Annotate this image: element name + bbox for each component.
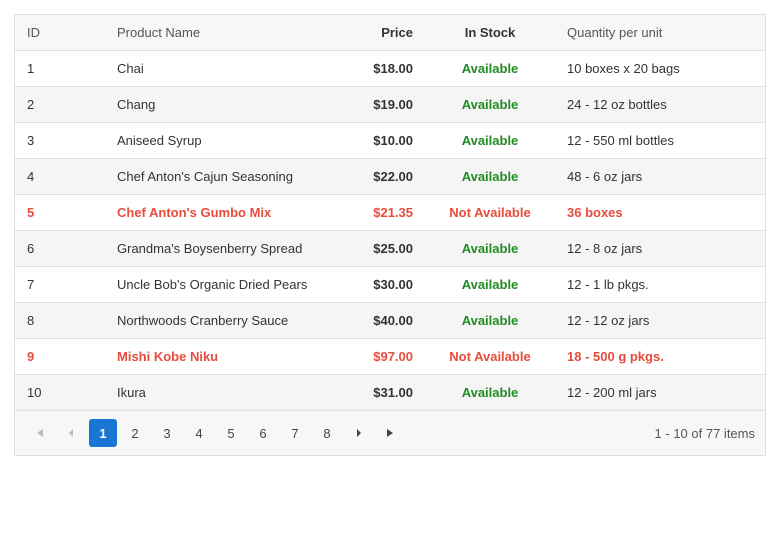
- pager-first-button[interactable]: [25, 419, 53, 447]
- cell-id: 10: [15, 375, 105, 411]
- cell-name: Ikura: [105, 375, 335, 411]
- cell-name: Grandma's Boysenberry Spread: [105, 231, 335, 267]
- column-header-qty[interactable]: Quantity per unit: [555, 15, 765, 51]
- cell-id: 6: [15, 231, 105, 267]
- pager: 12345678 1 - 10 of 77 items: [15, 411, 765, 455]
- cell-stock: Available: [425, 303, 555, 339]
- pager-page-button[interactable]: 2: [121, 419, 149, 447]
- table-row[interactable]: 6Grandma's Boysenberry Spread$25.00Avail…: [15, 231, 765, 267]
- cell-id: 2: [15, 87, 105, 123]
- cell-name: Chef Anton's Cajun Seasoning: [105, 159, 335, 195]
- pager-last-button[interactable]: [377, 419, 405, 447]
- cell-stock: Available: [425, 159, 555, 195]
- cell-qty: 10 boxes x 20 bags: [555, 51, 765, 87]
- cell-price: $18.00: [335, 51, 425, 87]
- cell-price: $21.35: [335, 195, 425, 231]
- pager-page-button[interactable]: 3: [153, 419, 181, 447]
- cell-price: $31.00: [335, 375, 425, 411]
- cell-name: Chai: [105, 51, 335, 87]
- cell-stock: Not Available: [425, 195, 555, 231]
- cell-price: $22.00: [335, 159, 425, 195]
- cell-stock: Available: [425, 231, 555, 267]
- table-row[interactable]: 8Northwoods Cranberry Sauce$40.00Availab…: [15, 303, 765, 339]
- cell-id: 7: [15, 267, 105, 303]
- cell-id: 9: [15, 339, 105, 375]
- cell-stock: Available: [425, 375, 555, 411]
- products-table: ID Product Name Price In Stock Quantity …: [15, 15, 765, 411]
- chevron-left-icon: [66, 428, 76, 438]
- cell-name: Aniseed Syrup: [105, 123, 335, 159]
- cell-name: Uncle Bob's Organic Dried Pears: [105, 267, 335, 303]
- cell-id: 3: [15, 123, 105, 159]
- table-row[interactable]: 5Chef Anton's Gumbo Mix$21.35Not Availab…: [15, 195, 765, 231]
- table-row[interactable]: 9Mishi Kobe Niku$97.00Not Available18 - …: [15, 339, 765, 375]
- seek-last-icon: [385, 427, 397, 439]
- cell-name: Chang: [105, 87, 335, 123]
- cell-price: $19.00: [335, 87, 425, 123]
- pager-page-button[interactable]: 1: [89, 419, 117, 447]
- cell-stock: Available: [425, 51, 555, 87]
- pager-page-button[interactable]: 7: [281, 419, 309, 447]
- cell-name: Chef Anton's Gumbo Mix: [105, 195, 335, 231]
- cell-price: $40.00: [335, 303, 425, 339]
- cell-qty: 12 - 12 oz jars: [555, 303, 765, 339]
- cell-qty: 12 - 8 oz jars: [555, 231, 765, 267]
- column-header-name[interactable]: Product Name: [105, 15, 335, 51]
- table-row[interactable]: 3Aniseed Syrup$10.00Available12 - 550 ml…: [15, 123, 765, 159]
- pager-page-button[interactable]: 8: [313, 419, 341, 447]
- cell-qty: 18 - 500 g pkgs.: [555, 339, 765, 375]
- cell-id: 4: [15, 159, 105, 195]
- cell-qty: 12 - 550 ml bottles: [555, 123, 765, 159]
- table-row[interactable]: 10Ikura$31.00Available12 - 200 ml jars: [15, 375, 765, 411]
- table-row[interactable]: 1Chai$18.00Available10 boxes x 20 bags: [15, 51, 765, 87]
- pager-page-button[interactable]: 6: [249, 419, 277, 447]
- cell-price: $30.00: [335, 267, 425, 303]
- cell-price: $25.00: [335, 231, 425, 267]
- cell-name: Mishi Kobe Niku: [105, 339, 335, 375]
- cell-qty: 48 - 6 oz jars: [555, 159, 765, 195]
- pager-prev-button[interactable]: [57, 419, 85, 447]
- cell-stock: Available: [425, 123, 555, 159]
- cell-qty: 12 - 200 ml jars: [555, 375, 765, 411]
- cell-price: $97.00: [335, 339, 425, 375]
- chevron-right-icon: [354, 428, 364, 438]
- pager-info: 1 - 10 of 77 items: [655, 426, 755, 441]
- table-header-row: ID Product Name Price In Stock Quantity …: [15, 15, 765, 51]
- cell-stock: Available: [425, 87, 555, 123]
- cell-price: $10.00: [335, 123, 425, 159]
- cell-id: 5: [15, 195, 105, 231]
- column-header-price[interactable]: Price: [335, 15, 425, 51]
- pager-page-button[interactable]: 5: [217, 419, 245, 447]
- table-row[interactable]: 2Chang$19.00Available24 - 12 oz bottles: [15, 87, 765, 123]
- cell-stock: Available: [425, 267, 555, 303]
- data-grid: ID Product Name Price In Stock Quantity …: [14, 14, 766, 456]
- cell-qty: 12 - 1 lb pkgs.: [555, 267, 765, 303]
- pager-next-button[interactable]: [345, 419, 373, 447]
- column-header-stock[interactable]: In Stock: [425, 15, 555, 51]
- cell-id: 1: [15, 51, 105, 87]
- column-header-id[interactable]: ID: [15, 15, 105, 51]
- cell-qty: 24 - 12 oz bottles: [555, 87, 765, 123]
- seek-first-icon: [33, 427, 45, 439]
- table-row[interactable]: 7Uncle Bob's Organic Dried Pears$30.00Av…: [15, 267, 765, 303]
- cell-id: 8: [15, 303, 105, 339]
- table-row[interactable]: 4Chef Anton's Cajun Seasoning$22.00Avail…: [15, 159, 765, 195]
- pager-page-button[interactable]: 4: [185, 419, 213, 447]
- cell-qty: 36 boxes: [555, 195, 765, 231]
- cell-stock: Not Available: [425, 339, 555, 375]
- cell-name: Northwoods Cranberry Sauce: [105, 303, 335, 339]
